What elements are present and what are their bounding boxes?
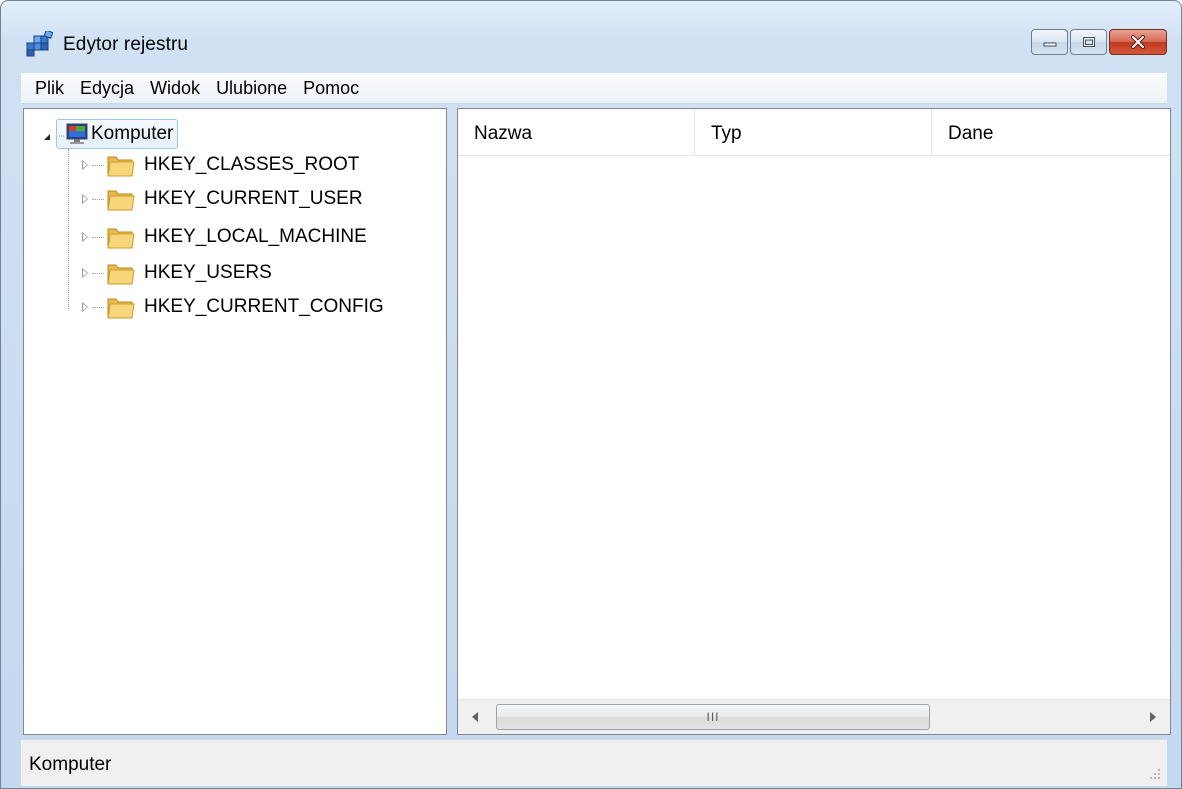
values-list-pane[interactable]: Nazwa Typ Dane III bbox=[457, 108, 1171, 735]
status-bar: Komputer bbox=[21, 739, 1167, 786]
minimize-button[interactable] bbox=[1031, 29, 1068, 55]
key-tree-pane[interactable]: Komputer HKEY_CLASSES_ROOT HKEY_CURRENT_… bbox=[23, 108, 447, 735]
tree-item-label: HKEY_CLASSES_ROOT bbox=[144, 154, 360, 175]
expand-arrow-icon[interactable] bbox=[82, 194, 88, 204]
arrow-right-icon bbox=[1150, 712, 1156, 722]
menu-pomoc[interactable]: Pomoc bbox=[295, 73, 367, 103]
expand-arrow-icon[interactable] bbox=[82, 232, 88, 242]
menu-plik[interactable]: Plik bbox=[21, 73, 72, 103]
tree-item-hkey-classes-root[interactable]: HKEY_CLASSES_ROOT bbox=[82, 149, 359, 181]
computer-icon bbox=[59, 123, 88, 144]
menu-ulubione[interactable]: Ulubione bbox=[208, 73, 295, 103]
maximize-icon bbox=[1082, 37, 1095, 47]
caption-buttons bbox=[1031, 29, 1167, 57]
tree-connector bbox=[92, 306, 104, 308]
tree-item-selection[interactable]: Komputer bbox=[56, 119, 179, 149]
folder-icon bbox=[107, 190, 135, 211]
tree-connector bbox=[92, 236, 104, 238]
menu-widok[interactable]: Widok bbox=[142, 73, 208, 103]
expand-arrow-icon[interactable] bbox=[82, 160, 88, 170]
close-button[interactable] bbox=[1109, 29, 1167, 55]
tree-item-label: HKEY_CURRENT_CONFIG bbox=[144, 296, 384, 317]
menu-edycja[interactable]: Edycja bbox=[72, 73, 142, 103]
tree-item-hkey-current-user[interactable]: HKEY_CURRENT_USER bbox=[82, 183, 363, 215]
tree-connector-line bbox=[68, 149, 69, 309]
tree-connector bbox=[92, 272, 104, 274]
resize-grip-icon[interactable] bbox=[1149, 768, 1161, 780]
list-header: Nazwa Typ Dane bbox=[458, 109, 1170, 156]
tree-connector bbox=[92, 198, 104, 200]
folder-icon bbox=[107, 228, 135, 249]
horizontal-scrollbar[interactable]: III bbox=[458, 699, 1170, 734]
close-icon bbox=[1131, 35, 1145, 49]
tree-item-label: HKEY_CURRENT_USER bbox=[144, 188, 363, 209]
column-header-typ[interactable]: Typ bbox=[695, 109, 932, 155]
status-text: Komputer bbox=[29, 754, 112, 775]
column-header-dane[interactable]: Dane bbox=[932, 109, 1170, 155]
folder-icon bbox=[107, 156, 135, 177]
tree-connector bbox=[92, 164, 104, 166]
tree-item-hkey-users[interactable]: HKEY_USERS bbox=[82, 257, 272, 289]
minimize-icon bbox=[1043, 42, 1056, 47]
scroll-left-button[interactable] bbox=[458, 700, 492, 734]
scrollbar-thumb[interactable]: III bbox=[496, 704, 930, 730]
folder-icon bbox=[107, 298, 135, 319]
scrollbar-grip: III bbox=[706, 710, 720, 724]
tree-item-komputer[interactable]: Komputer bbox=[44, 119, 179, 149]
collapse-arrow-icon[interactable] bbox=[44, 134, 50, 140]
tree-item-label: HKEY_USERS bbox=[144, 262, 272, 283]
expand-arrow-icon[interactable] bbox=[82, 268, 88, 278]
arrow-left-icon bbox=[472, 712, 478, 722]
title-bar[interactable]: Edytor rejestru bbox=[1, 1, 1181, 65]
maximize-button[interactable] bbox=[1070, 29, 1107, 55]
registry-editor-window: Edytor rejestru Plik Edycja Widok Ulubio… bbox=[0, 0, 1182, 789]
tree-item-label: HKEY_LOCAL_MACHINE bbox=[144, 226, 367, 247]
scroll-right-button[interactable] bbox=[1136, 700, 1170, 734]
expand-arrow-icon[interactable] bbox=[82, 302, 88, 312]
menu-bar: Plik Edycja Widok Ulubione Pomoc bbox=[21, 73, 1167, 104]
tree-item-hkey-current-config[interactable]: HKEY_CURRENT_CONFIG bbox=[82, 291, 384, 323]
column-header-nazwa[interactable]: Nazwa bbox=[458, 109, 695, 155]
tree-root-label: Komputer bbox=[91, 123, 174, 144]
folder-icon bbox=[107, 264, 135, 285]
window-title: Edytor rejestru bbox=[63, 34, 189, 55]
regedit-icon bbox=[26, 31, 53, 57]
tree-item-hkey-local-machine[interactable]: HKEY_LOCAL_MACHINE bbox=[82, 221, 367, 253]
